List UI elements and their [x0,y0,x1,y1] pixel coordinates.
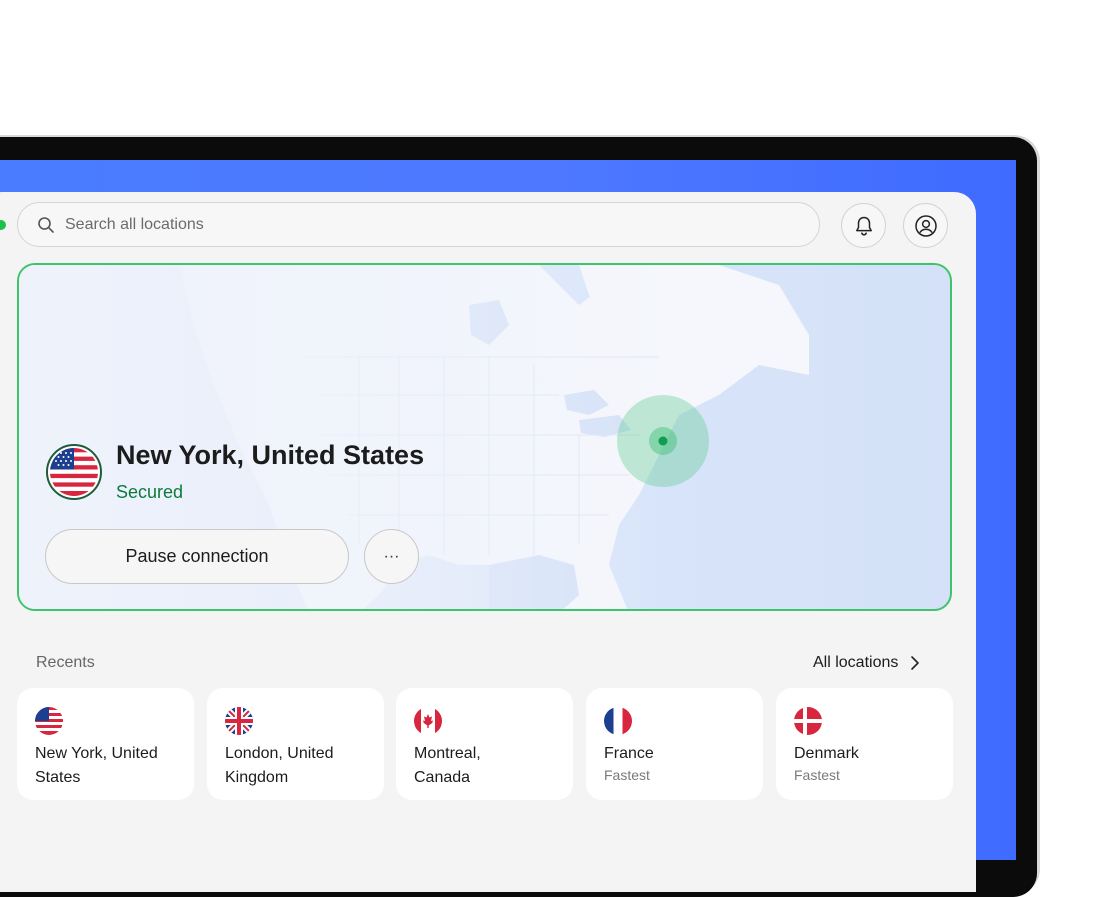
all-locations-label: All locations [813,654,899,671]
recent-card-denmark[interactable]: Denmark Fastest [776,688,953,800]
all-locations-link[interactable]: All locations [813,654,920,672]
uk-flag-icon [225,707,253,735]
recent-card-name: New York, United States [35,745,158,786]
recent-card-name: London, United Kingdom [225,745,334,786]
us-flag-icon [35,707,63,735]
recents-heading: Recents [36,654,95,671]
pause-connection-button[interactable]: Pause connection [45,529,349,584]
recent-card-subtitle: Fastest [794,767,840,783]
chevron-right-icon [911,656,920,670]
recent-card-subtitle: Fastest [604,767,650,783]
user-circle-icon [914,214,937,237]
denmark-flag-icon [794,707,822,735]
recent-card-new-york[interactable]: New York, United States [17,688,194,800]
more-options-button[interactable]: ··· [364,529,419,584]
recent-card-montreal[interactable]: Montreal, Canada [396,688,573,800]
recent-card-name: Montreal, Canada [414,745,481,786]
recent-card-name: France [604,745,654,762]
recent-card-name: Denmark [794,745,859,762]
search-input[interactable] [63,214,767,235]
more-icon: ··· [383,547,400,565]
us-flag-icon [46,444,102,500]
account-button[interactable] [903,203,948,248]
search-bar[interactable] [17,202,820,247]
connected-location-title: New York, United States [116,440,425,470]
canada-flag-icon [414,707,442,735]
recent-card-france[interactable]: France Fastest [586,688,763,800]
search-icon [38,216,54,233]
connection-status-text: Secured [116,482,184,502]
bell-icon [855,216,872,236]
notifications-button[interactable] [841,203,886,248]
france-flag-icon [604,707,632,735]
recent-card-london[interactable]: London, United Kingdom [207,688,384,800]
